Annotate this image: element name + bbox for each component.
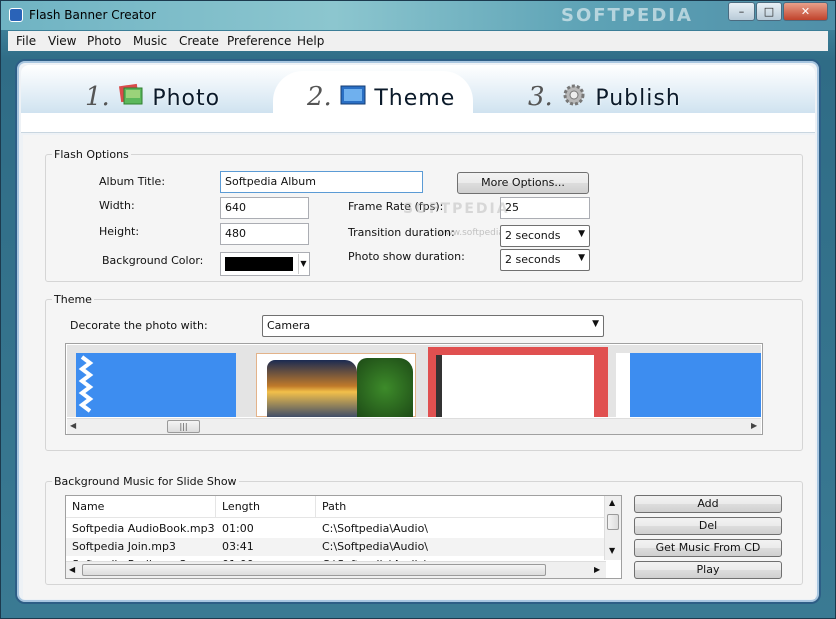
hscroll-thumb[interactable] [82,564,546,576]
menu-view[interactable]: View [48,34,76,48]
transition-duration-label: Transition duration: [348,226,455,239]
menu-file[interactable]: File [16,34,36,48]
music-table-header: Name Length Path [66,496,606,518]
theme-thumbnails [67,345,761,417]
add-music-button[interactable]: Add [634,495,782,513]
width-input[interactable]: 640 [220,197,309,219]
table-row[interactable]: Softpedia AudioBook.mp3 01:00 C:\Softped… [66,520,606,538]
theme-icon [340,85,366,105]
menu-preference[interactable]: Preference [227,34,291,48]
transition-duration-select[interactable]: 2 seconds ▼ [500,225,590,247]
theme-thumb-blue-zigzag[interactable] [76,353,236,417]
title-bar: Flash Banner Creator SOFTPEDIA – □ ✕ [1,1,835,30]
music-path: C:\Softpedia\Audio\ [322,540,429,553]
titlebar-watermark: SOFTPEDIA [561,5,693,26]
music-path: C:\Softpedia\Audio\ [322,522,429,535]
music-table-vscroll[interactable]: ▲ ▼ [604,496,621,560]
app-icon [9,8,23,22]
chevron-down-icon: ▼ [578,253,585,263]
music-length: 01:00 [222,522,254,535]
background-color-picker[interactable]: ▼ [220,252,310,276]
background-color-swatch [225,257,293,271]
vscroll-thumb[interactable] [607,514,619,530]
decorate-label: Decorate the photo with: [70,319,208,332]
table-row[interactable]: Softpedia Join.mp3 03:41 C:\Softpedia\Au… [66,538,606,556]
more-options-button[interactable]: More Options... [457,172,589,194]
height-label: Height: [99,225,140,238]
tab-photo[interactable]: 1. Photo [85,79,220,112]
photo-show-duration-label: Photo show duration: [348,250,465,263]
theme-group-label: Theme [52,293,94,306]
flash-options-label: Flash Options [52,148,131,161]
column-header-name[interactable]: Name [66,496,216,518]
menu-photo[interactable]: Photo [87,34,121,48]
scroll-left-icon[interactable]: ◀ [69,565,75,574]
photo-show-duration-select[interactable]: 2 seconds ▼ [500,249,590,271]
column-header-length[interactable]: Length [216,496,316,518]
music-table-hscroll[interactable]: ◀ ▶ [66,561,606,578]
album-title-input[interactable]: Softpedia Album [220,171,423,193]
album-title-label: Album Title: [99,175,166,188]
get-music-from-cd-button[interactable]: Get Music From CD [634,539,782,557]
menu-create[interactable]: Create [179,34,219,48]
content-area: Flash Options Album Title: Softpedia Alb… [23,135,815,599]
delete-music-button[interactable]: Del [634,517,782,535]
scroll-down-icon[interactable]: ▼ [609,546,615,555]
music-group-label: Background Music for Slide Show [52,475,239,488]
music-table: Name Length Path Softpedia AudioBook.mp3… [65,495,622,579]
tab-publish[interactable]: 3. Publish [528,79,681,112]
scroll-up-icon[interactable]: ▲ [609,498,615,507]
chevron-down-icon: ▼ [578,229,585,239]
chevron-down-icon[interactable]: ▼ [298,254,308,274]
column-header-path[interactable]: Path [316,496,606,518]
zigzag-border-icon [78,355,94,413]
tab-theme-number: 2. [307,82,332,112]
scroll-thumb[interactable]: ||| [167,420,200,433]
frame-rate-input[interactable]: 25 [500,197,590,219]
scroll-right-icon[interactable]: ▶ [594,565,600,574]
tab-strip [21,113,815,133]
theme-gallery: ◀ ||| ▶ [65,343,763,435]
music-name: Softpedia AudioBook.mp3 [72,522,215,535]
photo-show-duration-value: 2 seconds [505,253,561,266]
menu-music[interactable]: Music [133,34,167,48]
app-window: Flash Banner Creator SOFTPEDIA – □ ✕ Fil… [0,0,836,619]
minimize-button[interactable]: – [728,2,755,21]
close-button[interactable]: ✕ [783,2,828,21]
height-input[interactable]: 480 [220,223,309,245]
maximize-button[interactable]: □ [756,2,782,21]
menu-help[interactable]: Help [297,34,324,48]
tab-publish-label: Publish [595,86,681,111]
decorate-select[interactable]: Camera ▼ [262,315,604,337]
theme-gallery-scrollbar[interactable]: ◀ ||| ▶ [67,418,761,434]
theme-thumb-torn-photo[interactable] [256,353,416,417]
music-length: 03:41 [222,540,254,553]
content-watermark: SOFTPEDIA [403,201,510,217]
chevron-down-icon: ▼ [592,319,599,329]
window-title: Flash Banner Creator [29,8,156,22]
menu-bar: File View Photo Music Create Preference … [8,31,828,51]
theme-thumb-camera-selected[interactable] [428,347,608,417]
tab-publish-number: 3. [528,82,553,112]
play-music-button[interactable]: Play [634,561,782,579]
tab-photo-number: 1. [85,82,110,112]
tab-theme-label: Theme [374,86,456,111]
music-name: Softpedia Join.mp3 [72,540,176,553]
camera-frame-inner [436,355,594,417]
tab-photo-label: Photo [152,86,221,111]
theme-thumb-blue-plain[interactable] [616,353,761,417]
tree-photo [357,358,413,417]
gear-icon [563,84,585,106]
scroll-right-icon[interactable]: ▶ [751,421,757,430]
width-label: Width: [99,199,135,212]
background-color-label: Background Color: [102,254,204,267]
scroll-left-icon[interactable]: ◀ [70,421,76,430]
photo-icon [119,83,143,105]
sunset-photo [267,360,357,417]
decorate-value: Camera [267,319,311,332]
transition-duration-value: 2 seconds [505,229,561,242]
tab-theme[interactable]: 2. Theme [307,79,455,112]
